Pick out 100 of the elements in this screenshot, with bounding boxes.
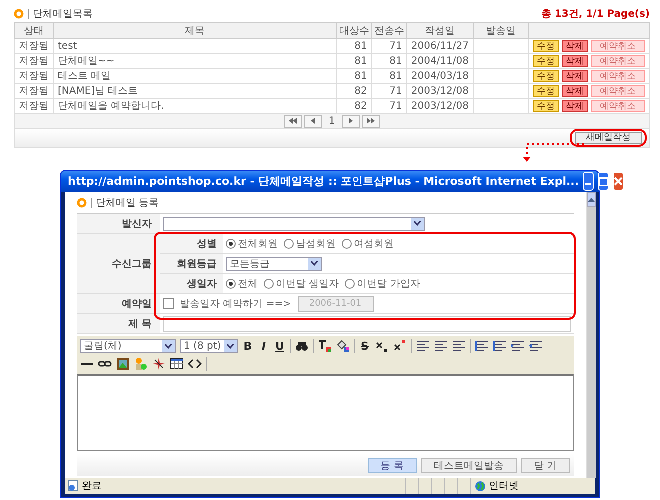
radio-option[interactable]: 남성회원 [284, 236, 336, 250]
table-cell: 82 [336, 84, 372, 98]
image-icon[interactable] [116, 357, 130, 371]
close-button[interactable] [613, 172, 624, 191]
scroll-up-icon[interactable] [588, 198, 595, 202]
table-cell: 71 [372, 84, 407, 98]
editor-area[interactable] [77, 374, 574, 451]
format-button[interactable]: U [274, 340, 286, 352]
align-left-icon[interactable] [416, 339, 430, 353]
field-label: 회원등급 [160, 254, 223, 274]
radio-option[interactable]: 이번달 가입자 [345, 276, 420, 290]
form-button[interactable]: 테스트메일발송 [420, 458, 517, 472]
indent-icon[interactable] [529, 339, 543, 353]
edit-button[interactable]: 수정 [533, 40, 559, 52]
table-cell: 2006/11/27 [406, 38, 474, 54]
dropdown-caret-icon [162, 340, 175, 352]
format-button[interactable]: S [359, 340, 371, 352]
bullet-list-icon[interactable] [493, 339, 507, 353]
table-cell: 단체메일~~ [54, 54, 337, 68]
reservation-checkbox[interactable] [163, 298, 174, 309]
superscript-icon[interactable] [393, 339, 407, 353]
table-cell: 테스트 메일 [54, 68, 337, 84]
table-cell: 저장됨 [14, 38, 54, 54]
scrollbar[interactable] [586, 192, 596, 478]
total-summary: 총 13건, 1/1 Page(s) [541, 8, 650, 20]
field-label: 예약일 [77, 294, 160, 314]
edit-button[interactable]: 수정 [533, 70, 559, 82]
previous-page-button[interactable] [304, 114, 322, 128]
new-mail-button[interactable]: 새메일작성 [575, 132, 642, 144]
column-header: 제목 [54, 22, 337, 38]
edit-button[interactable]: 수정 [533, 85, 559, 97]
delete-button[interactable]: 삭제 [562, 55, 588, 67]
column-header: 작성일 [406, 22, 474, 38]
table-cell: 2004/03/18 [406, 68, 474, 84]
table-cell: 저장됨 [14, 84, 54, 98]
find-icon[interactable] [295, 339, 309, 353]
field-label: 생일자 [160, 274, 223, 293]
source-code-icon[interactable] [188, 357, 202, 371]
column-header: 발송일 [474, 22, 528, 38]
column-header: 전송수 [372, 22, 407, 38]
right-arrow-icon [348, 117, 354, 125]
delete-button[interactable]: 삭제 [562, 70, 588, 82]
table-cell: 2003/12/08 [406, 84, 474, 98]
table-icon[interactable] [170, 357, 184, 371]
first-page-button[interactable] [284, 114, 302, 128]
double-right-arrow-icon [367, 117, 375, 125]
field-label: 제 목 [77, 314, 160, 334]
table-cell: test [54, 38, 337, 54]
table-cell: [NAME]님 테스트 [54, 84, 337, 98]
form-button[interactable]: 등 록 [368, 458, 417, 472]
double-left-arrow-icon [289, 117, 297, 125]
fill-color-icon[interactable] [336, 339, 350, 353]
field-label: 성별 [160, 234, 223, 254]
delete-button[interactable]: 삭제 [562, 85, 588, 97]
table-cell: 81 [372, 54, 407, 68]
table-cell: 81 [336, 68, 372, 84]
delete-button[interactable]: 삭제 [562, 100, 588, 112]
minimize-button[interactable] [583, 172, 594, 191]
checkbox-label: 발송일자 예약하기 ==> [180, 298, 292, 310]
outdent-icon[interactable] [511, 339, 525, 353]
edit-button[interactable]: 수정 [533, 100, 559, 112]
form-title: 단체메일 등록 [96, 197, 160, 210]
radio-option[interactable]: 이번달 생일자 [264, 276, 340, 290]
sender-dropdown[interactable] [163, 216, 425, 230]
table-cell: 저장됨 [14, 54, 54, 68]
table-cell: 81 [336, 38, 372, 54]
next-page-button[interactable] [342, 114, 360, 128]
table-cell: 81 [336, 54, 372, 68]
table-cell: 저장됨 [14, 68, 54, 84]
globe-icon [475, 480, 486, 492]
edit-button[interactable]: 수정 [533, 55, 559, 67]
delete-button[interactable]: 삭제 [562, 40, 588, 52]
numbered-list-icon[interactable] [475, 339, 489, 353]
dropdown-caret-icon [411, 218, 424, 230]
size-dropdown[interactable]: 1 (8 pt) [180, 339, 238, 353]
bullet-icon [14, 8, 24, 18]
table-cell: 81 [372, 68, 407, 84]
radio-option[interactable]: 전체 [226, 276, 258, 290]
maximize-button[interactable] [598, 172, 610, 191]
field-label: 발신자 [77, 214, 160, 234]
font-dropdown[interactable]: 굴림(체) [80, 339, 176, 353]
zone-text: 인터넷 [489, 480, 519, 493]
section-title: 단체메일목록 [33, 8, 93, 20]
column-header: 대상수 [336, 22, 372, 38]
text-color-icon[interactable] [318, 339, 332, 353]
form-button[interactable]: 닫 기 [520, 458, 570, 472]
format-button[interactable]: I [258, 340, 270, 352]
window-title: http://admin.pointshop.co.kr - 단체메일작성 :: 포인트샵Plus - Microsoft Internet Expl... [68, 174, 580, 189]
page-link[interactable]: 1 [324, 116, 340, 126]
align-center-icon[interactable] [434, 339, 448, 353]
last-page-button[interactable] [362, 114, 380, 128]
radio-option[interactable]: 전체회원 [226, 236, 278, 250]
format-button[interactable]: B [242, 340, 254, 352]
dropdown-caret-icon [224, 340, 237, 352]
align-right-icon[interactable] [452, 339, 466, 353]
radio-option[interactable]: 여성회원 [342, 236, 394, 250]
grade-dropdown[interactable]: 모든등급 [226, 256, 322, 270]
dropdown-caret-icon [308, 258, 321, 270]
maximize-icon [599, 177, 608, 186]
column-header: 상태 [14, 22, 54, 38]
